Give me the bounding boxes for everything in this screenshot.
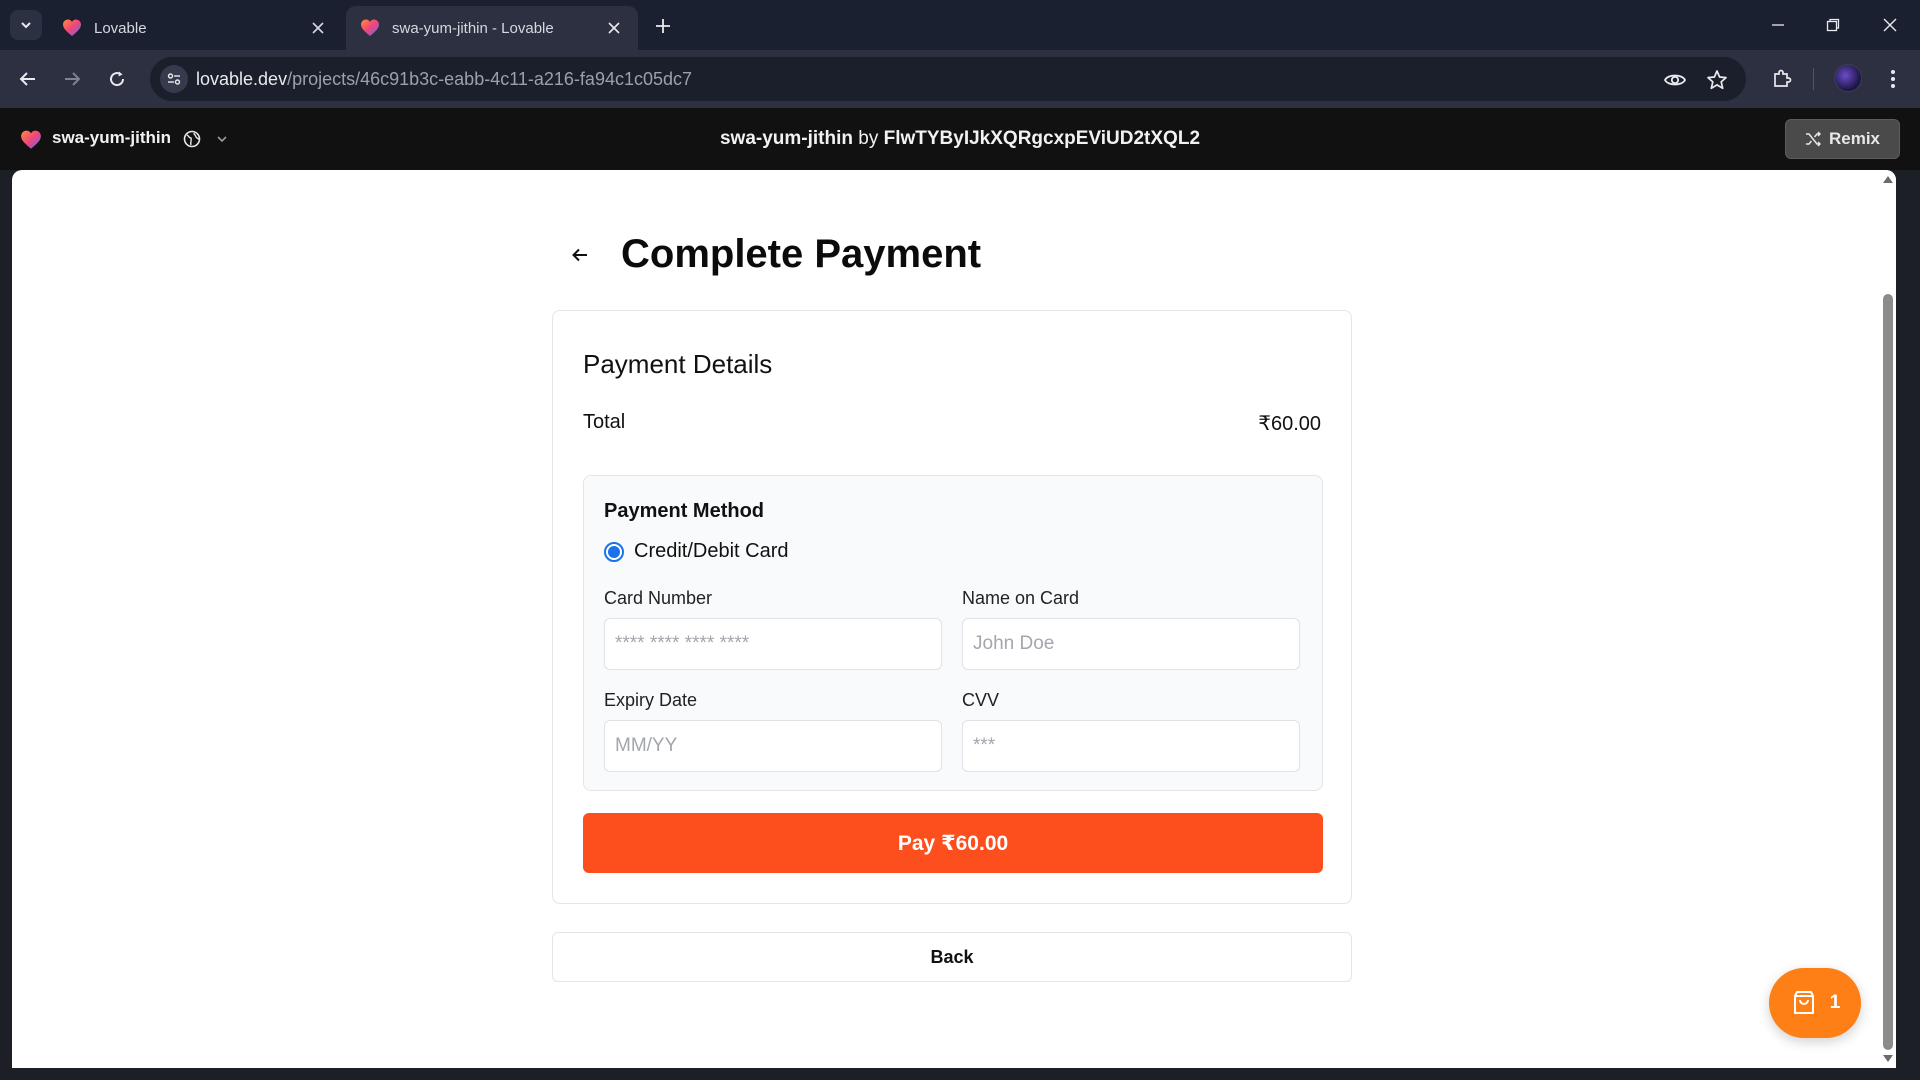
expiry-date-label: Expiry Date bbox=[604, 690, 698, 710]
back-nav-button[interactable] bbox=[13, 64, 43, 94]
reload-button[interactable] bbox=[102, 64, 132, 94]
payment-details-card: Payment Details Total ₹60.00 Payment Met… bbox=[552, 310, 1352, 904]
cart-count: 1 bbox=[1829, 992, 1841, 1013]
arrow-left-icon bbox=[572, 248, 587, 262]
credit-card-option[interactable]: Credit/Debit Card bbox=[604, 540, 789, 563]
back-button[interactable]: Back bbox=[552, 932, 1352, 982]
more-vertical-icon bbox=[1891, 70, 1895, 88]
cvv-input[interactable] bbox=[962, 720, 1300, 772]
payment-method-section: Payment Method Credit/Debit Card Card Nu… bbox=[583, 475, 1323, 791]
lovable-header: swa-yum-jithin swa-yum-jithin by FlwTYBy… bbox=[0, 108, 1920, 170]
card-title: Payment Details bbox=[583, 349, 773, 379]
window-close-button[interactable] bbox=[1872, 10, 1908, 40]
card-number-input[interactable] bbox=[604, 618, 942, 670]
close-icon bbox=[1883, 18, 1897, 32]
remix-button[interactable]: Remix bbox=[1785, 119, 1900, 159]
restore-icon bbox=[1826, 18, 1840, 32]
attribution-by: by bbox=[852, 128, 884, 149]
new-tab-button[interactable] bbox=[650, 13, 676, 39]
tab-lovable[interactable]: Lovable bbox=[48, 6, 342, 50]
attribution-author: FlwTYByIJkXQRgcxpEViUD2tXQL2 bbox=[883, 128, 1201, 149]
shopping-bag-icon bbox=[1793, 991, 1814, 1014]
close-icon[interactable] bbox=[308, 18, 328, 38]
lovable-heart-icon bbox=[361, 19, 379, 36]
browser-toolbar: lovable.dev/projects/46c91b3c-eabb-4c11-… bbox=[0, 50, 1920, 108]
reload-icon bbox=[110, 71, 125, 87]
plus-icon bbox=[656, 19, 670, 33]
pay-button[interactable]: Pay ₹60.00 bbox=[583, 813, 1323, 873]
browser-tab-bar: Lovable swa-yum-jithin - Lovable bbox=[0, 0, 1920, 50]
minimize-button[interactable] bbox=[1760, 10, 1796, 40]
eye-icon[interactable] bbox=[1662, 67, 1688, 93]
scrollbar[interactable] bbox=[1880, 170, 1896, 1068]
browser-menu-button[interactable] bbox=[1878, 64, 1908, 94]
address-bar[interactable]: lovable.dev/projects/46c91b3c-eabb-4c11-… bbox=[150, 57, 1746, 101]
total-value: ₹60.00 bbox=[1258, 413, 1321, 435]
close-icon[interactable] bbox=[604, 18, 624, 38]
restore-button[interactable] bbox=[1815, 10, 1851, 40]
site-settings-icon[interactable] bbox=[160, 65, 188, 93]
payment-method-title: Payment Method bbox=[604, 500, 765, 522]
url-path: /projects/46c91b3c-eabb-4c11-a216-fa94c1… bbox=[287, 69, 693, 89]
page-title: Complete Payment bbox=[621, 232, 982, 276]
shuffle-icon bbox=[1805, 131, 1821, 147]
card-number-label: Card Number bbox=[604, 588, 713, 608]
cvv-label: CVV bbox=[962, 690, 1000, 710]
name-on-card-input[interactable] bbox=[962, 618, 1300, 670]
attribution-project: swa-yum-jithin bbox=[719, 128, 853, 149]
arrow-left-icon bbox=[19, 72, 35, 86]
credit-card-option-label: Credit/Debit Card bbox=[634, 540, 789, 562]
tab-title: Lovable bbox=[94, 19, 147, 37]
remix-label: Remix bbox=[1828, 129, 1881, 148]
name-on-card-label: Name on Card bbox=[962, 588, 1080, 608]
url-host: lovable.dev bbox=[196, 69, 288, 89]
cart-button[interactable]: 1 bbox=[1769, 968, 1861, 1038]
back-arrow-button[interactable] bbox=[565, 240, 595, 270]
scrollbar-thumb[interactable] bbox=[1883, 294, 1893, 1050]
project-attribution: swa-yum-jithin by FlwTYByIJkXQRgcxpEViUD… bbox=[0, 128, 1920, 150]
expiry-date-input[interactable] bbox=[604, 720, 942, 772]
total-label: Total bbox=[583, 411, 626, 433]
puzzle-icon bbox=[1774, 69, 1792, 87]
tab-title: swa-yum-jithin - Lovable bbox=[392, 19, 554, 37]
url-text: lovable.dev/projects/46c91b3c-eabb-4c11-… bbox=[196, 69, 692, 90]
scroll-down-icon[interactable] bbox=[1883, 1054, 1893, 1064]
bookmark-star-icon[interactable] bbox=[1704, 67, 1730, 93]
lovable-heart-icon bbox=[63, 19, 81, 36]
arrow-right-icon bbox=[65, 72, 81, 86]
minimize-icon bbox=[1772, 24, 1784, 26]
scroll-up-icon[interactable] bbox=[1883, 174, 1893, 184]
app-preview: Complete Payment Payment Details Total ₹… bbox=[12, 170, 1896, 1068]
radio-selected-dot bbox=[608, 545, 620, 558]
radio-button[interactable] bbox=[604, 541, 624, 562]
extensions-button[interactable] bbox=[1767, 64, 1797, 94]
toolbar-divider bbox=[1813, 68, 1814, 90]
profile-avatar[interactable] bbox=[1834, 64, 1862, 92]
forward-nav-button[interactable] bbox=[57, 64, 87, 94]
tab-search-button[interactable] bbox=[10, 10, 42, 40]
tab-swa-yum-jithin[interactable]: swa-yum-jithin - Lovable bbox=[346, 6, 638, 50]
chevron-down-icon bbox=[21, 22, 31, 29]
